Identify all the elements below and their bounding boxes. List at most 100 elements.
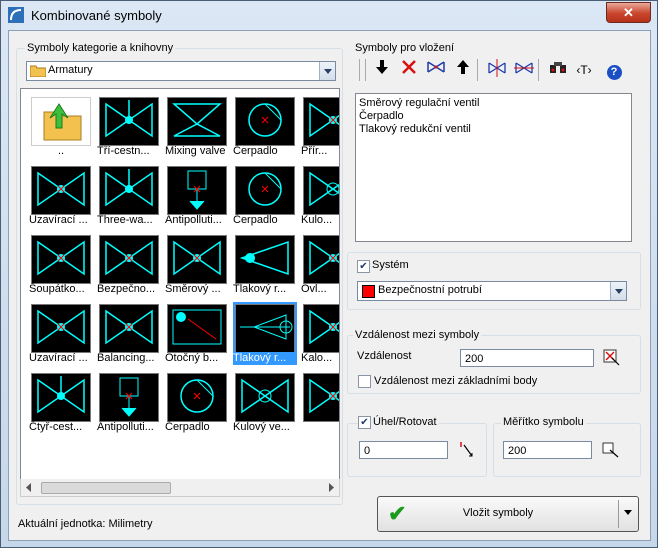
symbol-tile[interactable]: Mixing valve: [163, 93, 231, 161]
flip-button[interactable]: [425, 59, 447, 81]
symbol-tile[interactable]: Antipolluti...: [95, 369, 163, 437]
pick-scale-icon[interactable]: [602, 441, 620, 458]
list-item[interactable]: Čerpadlo: [356, 110, 631, 123]
safety-valve-icon: [105, 240, 153, 276]
dropdown-arrow-icon[interactable]: [624, 510, 632, 516]
status-text: Aktuální jednotka: Milimetry: [18, 518, 153, 530]
mirror-copy-button[interactable]: [513, 59, 535, 81]
symbol-tile[interactable]: Čerpadlo: [163, 369, 231, 437]
symbol-label: Čerpadlo: [233, 214, 278, 226]
chevron-down-icon[interactable]: [610, 282, 626, 300]
delete-button[interactable]: [398, 59, 420, 81]
scroll-thumb[interactable]: [41, 482, 171, 494]
insert-symbols-button[interactable]: ✔ Vložit symboly: [377, 496, 639, 532]
symbol-tile[interactable]: Čerpadlo: [231, 162, 299, 230]
help-icon: ?: [606, 65, 622, 80]
base-points-checkbox[interactable]: [358, 375, 371, 388]
symbol-tile[interactable]: Tlakový r...: [231, 231, 299, 299]
symbol-tile[interactable]: Šoupátko...: [27, 231, 95, 299]
help-button[interactable]: ?: [603, 59, 625, 81]
system-checkbox[interactable]: ✔: [357, 260, 370, 273]
symbol-thumbnail: [303, 373, 339, 422]
symbol-tile[interactable]: Uzavírací ...: [27, 300, 95, 368]
toolbar-separator: [477, 59, 478, 81]
category-select[interactable]: Armatury: [26, 61, 336, 81]
symbol-thumbnail: [303, 235, 339, 284]
split-divider: [618, 500, 619, 528]
symbol-tile[interactable]: Otočný b...: [163, 300, 231, 368]
close-button[interactable]: ✕: [606, 2, 651, 23]
symbol-tile[interactable]: Čerpadlo: [231, 93, 299, 161]
symbol-tile[interactable]: [299, 369, 339, 437]
symbol-tile[interactable]: Ovl...: [299, 231, 339, 299]
gate-valve-icon: [37, 240, 85, 276]
move-up-icon: [457, 60, 469, 74]
distance-label: Vzdálenost: [357, 350, 412, 362]
symbol-thumbnail: [167, 166, 227, 215]
chevron-down-icon[interactable]: [319, 62, 335, 80]
list-item[interactable]: Směrový regulační ventil: [356, 97, 631, 110]
symbol-tile[interactable]: Balancing...: [95, 300, 163, 368]
mirror-button[interactable]: [486, 59, 508, 81]
control-valve-icon: [309, 240, 339, 276]
mirror-copy-icon: [514, 62, 534, 74]
insert-group-label: Symboly pro vložení: [355, 42, 455, 54]
scroll-left-icon[interactable]: [25, 483, 33, 492]
pick-distance-icon[interactable]: [603, 349, 620, 366]
scroll-right-icon[interactable]: [327, 483, 335, 492]
symbol-tile[interactable]: Směrový ...: [163, 231, 231, 299]
ball-valve-icon: [241, 378, 289, 414]
symbol-label: Čtyř-cest...: [29, 421, 83, 433]
distance-input[interactable]: 200: [460, 349, 594, 367]
symbol-tile[interactable]: Antipolluti...: [163, 162, 231, 230]
symbol-thumbnail: [99, 373, 159, 422]
symbol-label: Tří-cestn...: [97, 145, 150, 157]
text-button[interactable]: ‹T›: [573, 59, 595, 81]
mirror-icon: [488, 59, 506, 77]
folder-up-icon: [43, 103, 82, 141]
text-icon: ‹T›: [576, 63, 592, 77]
system-select[interactable]: Bezpečnostní potrubí: [357, 281, 627, 301]
symbol-label: Mixing valve: [165, 145, 226, 157]
symbol-tile[interactable]: Tří-cestn...: [95, 93, 163, 161]
symbol-tile[interactable]: Kulo...: [299, 162, 339, 230]
angle-input[interactable]: 0: [359, 441, 448, 459]
symbol-grid[interactable]: .. Tří-cestn... Mixing valve Čerpadlo Přír..…: [20, 88, 340, 480]
system-label: Systém: [370, 259, 411, 271]
scale-input[interactable]: 200: [503, 441, 592, 459]
shutoff-valve-icon: [37, 171, 85, 207]
category-value: Armatury: [48, 64, 93, 76]
pick-angle-icon[interactable]: [458, 441, 475, 458]
valve-icon: [309, 309, 339, 345]
symbol-label: Tlakový r...: [233, 283, 287, 295]
angle-checkbox[interactable]: ✔: [358, 416, 371, 429]
symbol-tile[interactable]: Kulový ve...: [231, 369, 299, 437]
symbol-thumbnail: [303, 304, 339, 353]
symbol-tile[interactable]: Three-wa...: [95, 162, 163, 230]
base-points-label: Vzdálenost mezi základními body: [374, 375, 538, 387]
symbol-thumbnail: [235, 373, 295, 422]
symbol-tile[interactable]: Přír...: [299, 93, 339, 161]
valve-icon: [309, 378, 339, 414]
insert-list[interactable]: Směrový regulační ventil Čerpadlo Tlakový …: [355, 93, 632, 242]
move-down-icon: [376, 60, 388, 74]
symbol-thumbnail: [167, 235, 227, 284]
find-button[interactable]: [547, 59, 569, 81]
symbol-tile[interactable]: Bezpečno...: [95, 231, 163, 299]
move-up-button[interactable]: [452, 59, 474, 81]
antipollution-valve-icon: [187, 170, 207, 210]
pressure-valve-icon: [239, 240, 289, 276]
symbol-tile[interactable]: Kalo...: [299, 300, 339, 368]
move-down-button[interactable]: [371, 59, 393, 81]
title-bar[interactable]: Kombinované symboly ✕: [1, 1, 657, 29]
symbol-thumbnail: [99, 97, 159, 146]
symbol-thumbnail: [233, 302, 297, 355]
symbol-tile[interactable]: ..: [27, 93, 95, 161]
list-item[interactable]: Tlakový redukční ventil: [356, 123, 631, 136]
symbol-tile[interactable]: Čtyř-cest...: [27, 369, 95, 437]
symbol-thumbnail: [303, 166, 339, 215]
horizontal-scrollbar[interactable]: [20, 479, 340, 497]
symbol-tile[interactable]: Uzavírací ...: [27, 162, 95, 230]
pump-icon: [180, 379, 214, 413]
symbol-tile[interactable]: Tlakový r...: [231, 300, 299, 368]
